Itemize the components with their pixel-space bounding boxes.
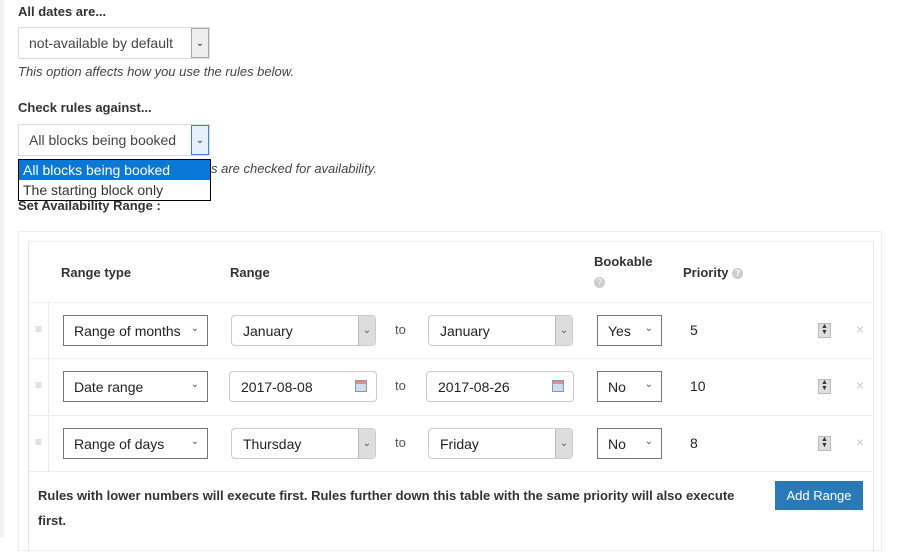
to-label: to xyxy=(395,322,406,337)
priority-input[interactable]: 8 xyxy=(690,435,698,451)
chevron-down-icon: ⌄ xyxy=(191,125,209,155)
range-to-select[interactable]: Friday ⌄ xyxy=(428,428,573,459)
bookable-select[interactable]: No ⌄ xyxy=(597,428,662,459)
range-from-select[interactable]: January ⌄ xyxy=(231,315,376,346)
drag-handle-icon[interactable]: ≡ xyxy=(35,378,42,392)
priority-spinner[interactable]: ▲ ▼ xyxy=(818,323,831,338)
range-to-value: Friday xyxy=(440,435,479,452)
range-type-value: Date range xyxy=(74,378,144,395)
drag-handle-icon[interactable]: ≡ xyxy=(35,435,42,449)
calendar-icon[interactable] xyxy=(552,380,564,392)
header-priority-label: Priority xyxy=(683,265,729,280)
range-type-value: Range of days xyxy=(74,435,165,452)
bookable-value: Yes xyxy=(608,322,631,339)
header-priority: Priority ? xyxy=(683,265,744,280)
close-icon[interactable]: × xyxy=(856,321,864,337)
page-border xyxy=(0,0,4,537)
check-rules-select[interactable]: All blocks being booked ⌄ xyxy=(18,124,210,156)
priority-spinner[interactable]: ▲ ▼ xyxy=(818,436,831,451)
header-range: Range xyxy=(230,265,270,280)
priority-input[interactable]: 5 xyxy=(690,322,698,338)
bookable-select[interactable]: Yes ⌄ xyxy=(597,315,662,346)
range-type-select[interactable]: Range of months ⌄ xyxy=(63,315,208,346)
handle-divider xyxy=(48,415,49,471)
chevron-down-icon: ⌄ xyxy=(190,323,199,334)
header-range-type: Range type xyxy=(61,265,132,280)
range-from-value: Thursday xyxy=(243,435,302,452)
chevron-down-icon: ⌄ xyxy=(644,323,653,334)
help-icon[interactable]: ? xyxy=(594,277,605,288)
calendar-icon[interactable] xyxy=(355,380,367,392)
priority-input[interactable]: 10 xyxy=(690,378,706,394)
to-label: to xyxy=(395,378,406,393)
range-type-select[interactable]: Range of days ⌄ xyxy=(63,428,208,459)
range-from-value: January xyxy=(243,322,293,339)
range-to-select[interactable]: January ⌄ xyxy=(428,315,573,346)
availability-range-label: Set Availability Range : xyxy=(18,198,161,213)
chevron-down-icon: ⌄ xyxy=(358,316,375,345)
add-range-button[interactable]: Add Range xyxy=(775,481,863,510)
range-type-select[interactable]: Date range ⌄ xyxy=(63,371,208,402)
default-availability-select[interactable]: not-available by default ⌄ xyxy=(18,27,210,59)
check-rules-dropdown: All blocks being booked The starting blo… xyxy=(18,159,211,201)
chevron-down-icon: ⌄ xyxy=(644,436,653,447)
header-bookable: Bookable xyxy=(594,254,653,269)
chevron-down-icon: ⌄ xyxy=(190,379,199,390)
range-from-value: 2017-08-08 xyxy=(241,378,313,395)
all-dates-label: All dates are... xyxy=(18,4,107,19)
range-from-select[interactable]: Thursday ⌄ xyxy=(231,428,376,459)
chevron-down-icon: ⌄ xyxy=(358,429,375,458)
range-to-date-input[interactable]: 2017-08-26 xyxy=(426,371,574,402)
default-availability-value: not-available by default xyxy=(29,35,173,51)
check-rules-label: Check rules against... xyxy=(18,100,152,115)
bookable-select[interactable]: No ⌄ xyxy=(597,371,662,402)
range-from-date-input[interactable]: 2017-08-08 xyxy=(229,371,377,402)
chevron-down-icon: ⌄ xyxy=(555,316,572,345)
range-to-value: January xyxy=(440,322,490,339)
chevron-down-icon: ⌄ xyxy=(644,379,653,390)
bookable-value: No xyxy=(608,435,626,452)
close-icon[interactable]: × xyxy=(856,377,864,393)
handle-divider xyxy=(48,302,49,358)
range-to-value: 2017-08-26 xyxy=(438,378,510,395)
chevron-down-icon: ⌄ xyxy=(555,429,572,458)
check-rules-value: All blocks being booked xyxy=(29,132,177,148)
chevron-down-icon: ⌄ xyxy=(190,436,199,447)
to-label: to xyxy=(395,435,406,450)
row-divider xyxy=(29,471,872,472)
close-icon[interactable]: × xyxy=(856,434,864,450)
priority-note: Rules with lower numbers will execute fi… xyxy=(38,488,735,528)
drag-handle-icon[interactable]: ≡ xyxy=(35,322,42,336)
priority-spinner[interactable]: ▲ ▼ xyxy=(818,379,831,394)
check-hint: s are checked for availability. xyxy=(211,161,377,176)
option-all-blocks[interactable]: All blocks being booked xyxy=(19,160,210,180)
default-hint: This option affects how you use the rule… xyxy=(18,64,295,79)
option-starting-block[interactable]: The starting block only xyxy=(19,180,210,200)
range-type-value: Range of months xyxy=(74,322,181,339)
help-icon[interactable]: ? xyxy=(732,268,744,280)
chevron-down-icon: ⌄ xyxy=(191,28,209,58)
bookable-value: No xyxy=(608,378,626,395)
handle-divider xyxy=(48,358,49,414)
